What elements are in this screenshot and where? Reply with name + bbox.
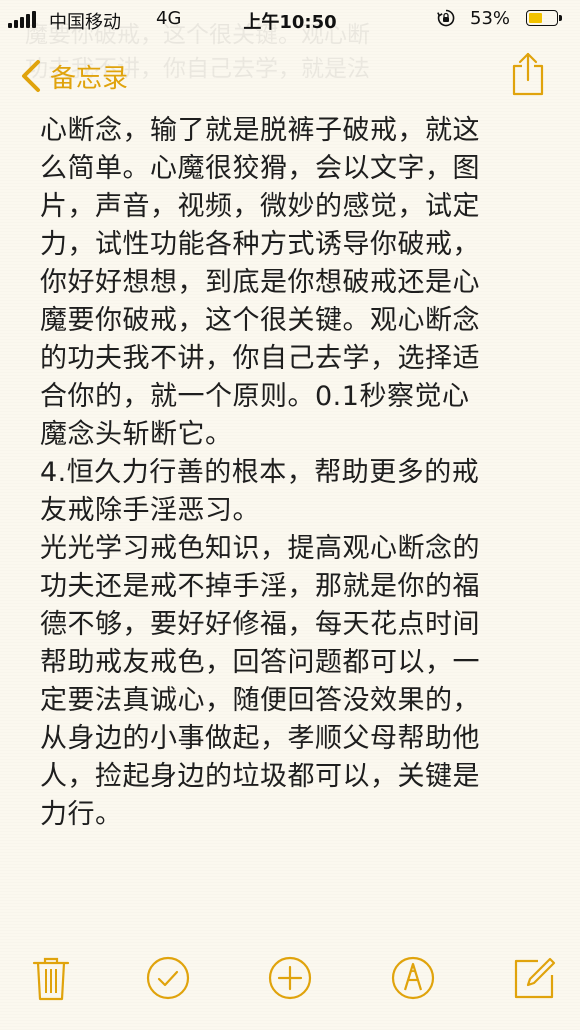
share-icon[interactable]: [510, 52, 546, 96]
orientation-lock-icon: [437, 9, 455, 27]
add-icon[interactable]: [267, 955, 313, 1001]
back-button[interactable]: 备忘录: [18, 56, 128, 96]
note-line: 心断念，输了就是脱裤子破戒，就这: [40, 115, 480, 146]
note-line: 片，声音，视频，微妙的感觉，试定: [40, 191, 480, 222]
checklist-icon[interactable]: [145, 955, 191, 1001]
chevron-left-icon: [22, 60, 40, 92]
note-line: 德不够，要好好修福，每天花点时间: [40, 609, 480, 640]
note-line: 光光学习戒色知识，提高观心断念的: [40, 533, 480, 564]
sketch-icon[interactable]: [390, 955, 436, 1001]
compose-icon[interactable]: [512, 955, 558, 1001]
note-line: 友戒除手淫恶习。: [40, 495, 260, 526]
note-line: 帮助戒友戒色，回答问题都可以，一: [40, 647, 480, 678]
battery-percent: 53%: [470, 8, 511, 29]
status-bar: 中国移动 4G 上午10:50 53%: [0, 0, 580, 38]
note-line: 人，捡起身边的垃圾都可以，关键是: [40, 761, 480, 792]
note-line: 你好好想想，到底是你想破戒还是心: [40, 267, 480, 298]
note-line: 定要法真诚心，随便回答没效果的，: [40, 685, 480, 716]
note-line: 从身边的小事做起，孝顺父母帮助他: [40, 723, 480, 754]
note-line: 4.恒久力行善的根本，帮助更多的戒: [40, 457, 480, 488]
note-line: 功夫还是戒不掉手淫，那就是你的福: [40, 571, 480, 602]
trash-icon[interactable]: [28, 955, 74, 1001]
note-line: 魔念头斩断它。: [40, 419, 233, 450]
bottom-toolbar: [0, 955, 580, 1025]
battery-icon: [526, 10, 562, 26]
back-button-label: 备忘录: [50, 63, 129, 94]
note-body[interactable]: 心断念，输了就是脱裤子破戒，就这 么简单。心魔很狡猾，会以文字，图 片，声音，视…: [40, 112, 552, 834]
note-line: 魔要你破戒，这个很关键。观心断念: [40, 305, 480, 336]
note-line: 力行。: [40, 799, 123, 830]
battery-nub: [559, 15, 562, 21]
note-line: 合你的，就一个原则。0.1秒察觉心: [40, 381, 470, 412]
note-line: 力，试性功能各种方式诱导你破戒，: [40, 229, 480, 260]
note-line: 的功夫我不讲，你自己去学，选择适: [40, 343, 480, 374]
note-line: 么简单。心魔很狡猾，会以文字，图: [40, 153, 480, 184]
battery-fill: [529, 13, 542, 23]
